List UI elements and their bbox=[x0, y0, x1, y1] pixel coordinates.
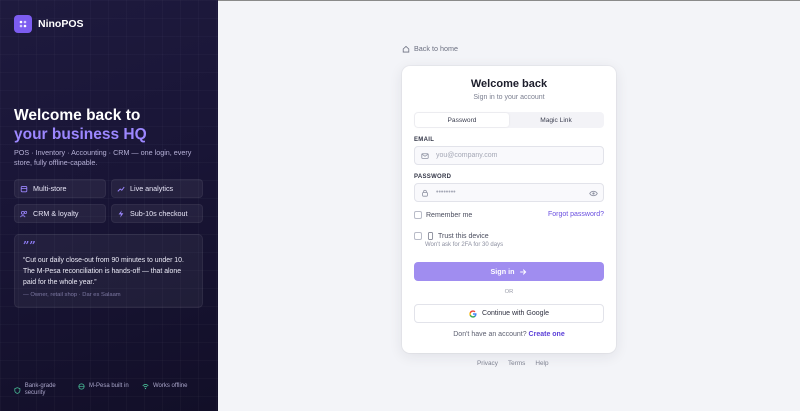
sign-in-card: Welcome back Sign in to your account Pas… bbox=[402, 66, 616, 353]
back-link-label: Back to home bbox=[414, 44, 458, 53]
trust-device-row[interactable]: Trust this device bbox=[414, 232, 489, 240]
sign-in-label: Sign in bbox=[490, 267, 515, 276]
tab-password[interactable]: Password bbox=[415, 113, 509, 127]
remember-me-row[interactable]: Remember me bbox=[414, 211, 472, 219]
badge-label: M-Pesa built in bbox=[89, 383, 129, 389]
help-link[interactable]: Help bbox=[535, 360, 548, 367]
trust-device-label: Trust this device bbox=[438, 232, 489, 240]
quote-icon: ”” bbox=[23, 239, 36, 252]
badge-offline: Works offline bbox=[142, 383, 187, 390]
card-title: Welcome back bbox=[470, 78, 548, 90]
feature-label: Sub-10s checkout bbox=[130, 209, 188, 218]
wifi-icon bbox=[142, 384, 149, 390]
brand-name: NinoPOS bbox=[38, 18, 84, 30]
footer-links: Privacy Terms Help bbox=[477, 360, 549, 367]
hero-heading: Welcome back to your business HQ bbox=[14, 106, 147, 144]
feature-label: Multi-store bbox=[33, 184, 67, 193]
badge-mpesa: M-Pesa built in bbox=[78, 383, 129, 390]
feature-crm-loyalty: CRM & loyalty bbox=[14, 204, 106, 223]
lock-icon bbox=[422, 189, 428, 197]
home-icon bbox=[402, 45, 410, 52]
feature-label: Live analytics bbox=[130, 184, 174, 193]
bolt-icon bbox=[118, 209, 124, 218]
testimonial-author: — Owner, retail shop · Dar es Salaam bbox=[23, 292, 121, 298]
pos-logo-icon bbox=[14, 15, 32, 33]
password-field[interactable]: •••••••• bbox=[414, 183, 604, 202]
email-field[interactable]: you@company.com bbox=[414, 146, 604, 165]
feature-live-analytics: Live analytics bbox=[111, 179, 203, 198]
show-password-icon[interactable] bbox=[589, 189, 598, 198]
continue-with-google-button[interactable]: Continue with Google bbox=[414, 304, 604, 323]
feature-label: CRM & loyalty bbox=[33, 209, 79, 218]
email-label: EMAIL bbox=[414, 137, 435, 143]
email-placeholder: you@company.com bbox=[436, 152, 498, 159]
testimonial-text: “Cut our daily close-out from 90 minutes… bbox=[23, 257, 184, 286]
brand[interactable]: NinoPOS bbox=[14, 15, 84, 33]
tab-magic-link[interactable]: Magic Link bbox=[509, 113, 603, 127]
google-button-label: Continue with Google bbox=[482, 310, 549, 317]
remember-me-checkbox[interactable] bbox=[414, 211, 422, 219]
password-label: PASSWORD bbox=[414, 174, 452, 180]
forgot-password-link[interactable]: Forgot password? bbox=[548, 211, 604, 218]
sign-in-button[interactable]: Sign in bbox=[414, 262, 604, 281]
back-to-home-link[interactable]: Back to home bbox=[402, 44, 458, 53]
hero-line-1: Welcome back to bbox=[14, 107, 141, 124]
badge-label: Bank-grade security bbox=[24, 383, 56, 396]
trust-device-checkbox[interactable] bbox=[414, 232, 422, 240]
trust-device-note: Won't ask for 2FA for 30 days bbox=[425, 242, 504, 248]
google-icon bbox=[469, 309, 477, 318]
no-account-row: Don't have an account? Create one bbox=[402, 331, 616, 338]
mail-icon bbox=[421, 152, 429, 159]
feature-sub-10s-checkout: Sub-10s checkout bbox=[111, 204, 203, 223]
no-account-text: Don't have an account? bbox=[453, 331, 527, 338]
window-top-border bbox=[218, 0, 800, 1]
or-divider: OR bbox=[504, 289, 514, 295]
brand-panel: NinoPOS Welcome back to your business HQ… bbox=[0, 0, 218, 411]
card-subtitle: Sign in to your account bbox=[473, 94, 545, 101]
hero-tagline: POS · Inventory · Accounting · CRM — one… bbox=[14, 148, 192, 167]
feature-multi-store: Multi-store bbox=[14, 179, 106, 198]
store-icon bbox=[20, 185, 28, 192]
badge-label: Works offline bbox=[153, 383, 188, 389]
remember-me-label: Remember me bbox=[426, 211, 473, 219]
chart-icon bbox=[117, 186, 125, 192]
password-placeholder: •••••••• bbox=[436, 189, 456, 196]
hero-line-2: your business HQ bbox=[14, 126, 147, 143]
globe-icon bbox=[78, 383, 85, 390]
privacy-link[interactable]: Privacy bbox=[477, 360, 498, 367]
arrow-right-icon bbox=[520, 268, 527, 275]
create-account-link[interactable]: Create one bbox=[529, 331, 565, 338]
badge-security: Bank-grade security bbox=[14, 383, 76, 397]
device-icon bbox=[427, 232, 434, 240]
terms-link[interactable]: Terms bbox=[508, 360, 525, 367]
users-icon bbox=[20, 210, 28, 217]
auth-mode-tabs: Password Magic Link bbox=[414, 112, 604, 128]
shield-icon bbox=[14, 386, 21, 394]
testimonial-card: ”” “Cut our daily close-out from 90 minu… bbox=[14, 234, 203, 308]
